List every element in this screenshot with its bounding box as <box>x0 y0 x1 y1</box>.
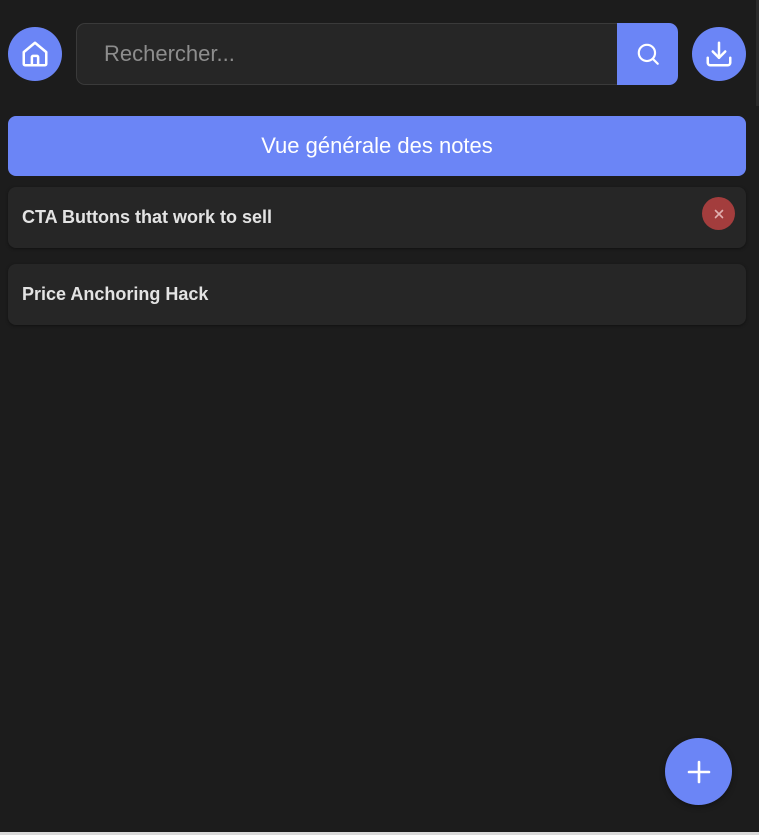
search-bar <box>76 23 678 85</box>
note-title: CTA Buttons that work to sell <box>22 207 272 227</box>
search-button[interactable] <box>617 23 678 85</box>
note-title: Price Anchoring Hack <box>22 284 209 304</box>
download-button[interactable] <box>692 27 746 81</box>
note-card[interactable]: Price Anchoring Hack <box>8 264 746 325</box>
download-icon <box>704 39 734 69</box>
notes-overview-button[interactable]: Vue générale des notes <box>8 116 746 176</box>
search-input[interactable] <box>76 23 617 85</box>
notes-overview-label: Vue générale des notes <box>261 133 493 158</box>
search-icon <box>635 41 661 67</box>
delete-note-button[interactable] <box>702 197 735 230</box>
notes-app: Vue générale des notes CTA Buttons that … <box>0 0 759 835</box>
home-button[interactable] <box>8 27 62 81</box>
note-card[interactable]: CTA Buttons that work to sell <box>8 187 746 248</box>
home-icon <box>20 39 50 69</box>
plus-icon <box>687 760 711 784</box>
add-note-button[interactable] <box>665 738 732 805</box>
close-icon <box>714 209 724 219</box>
